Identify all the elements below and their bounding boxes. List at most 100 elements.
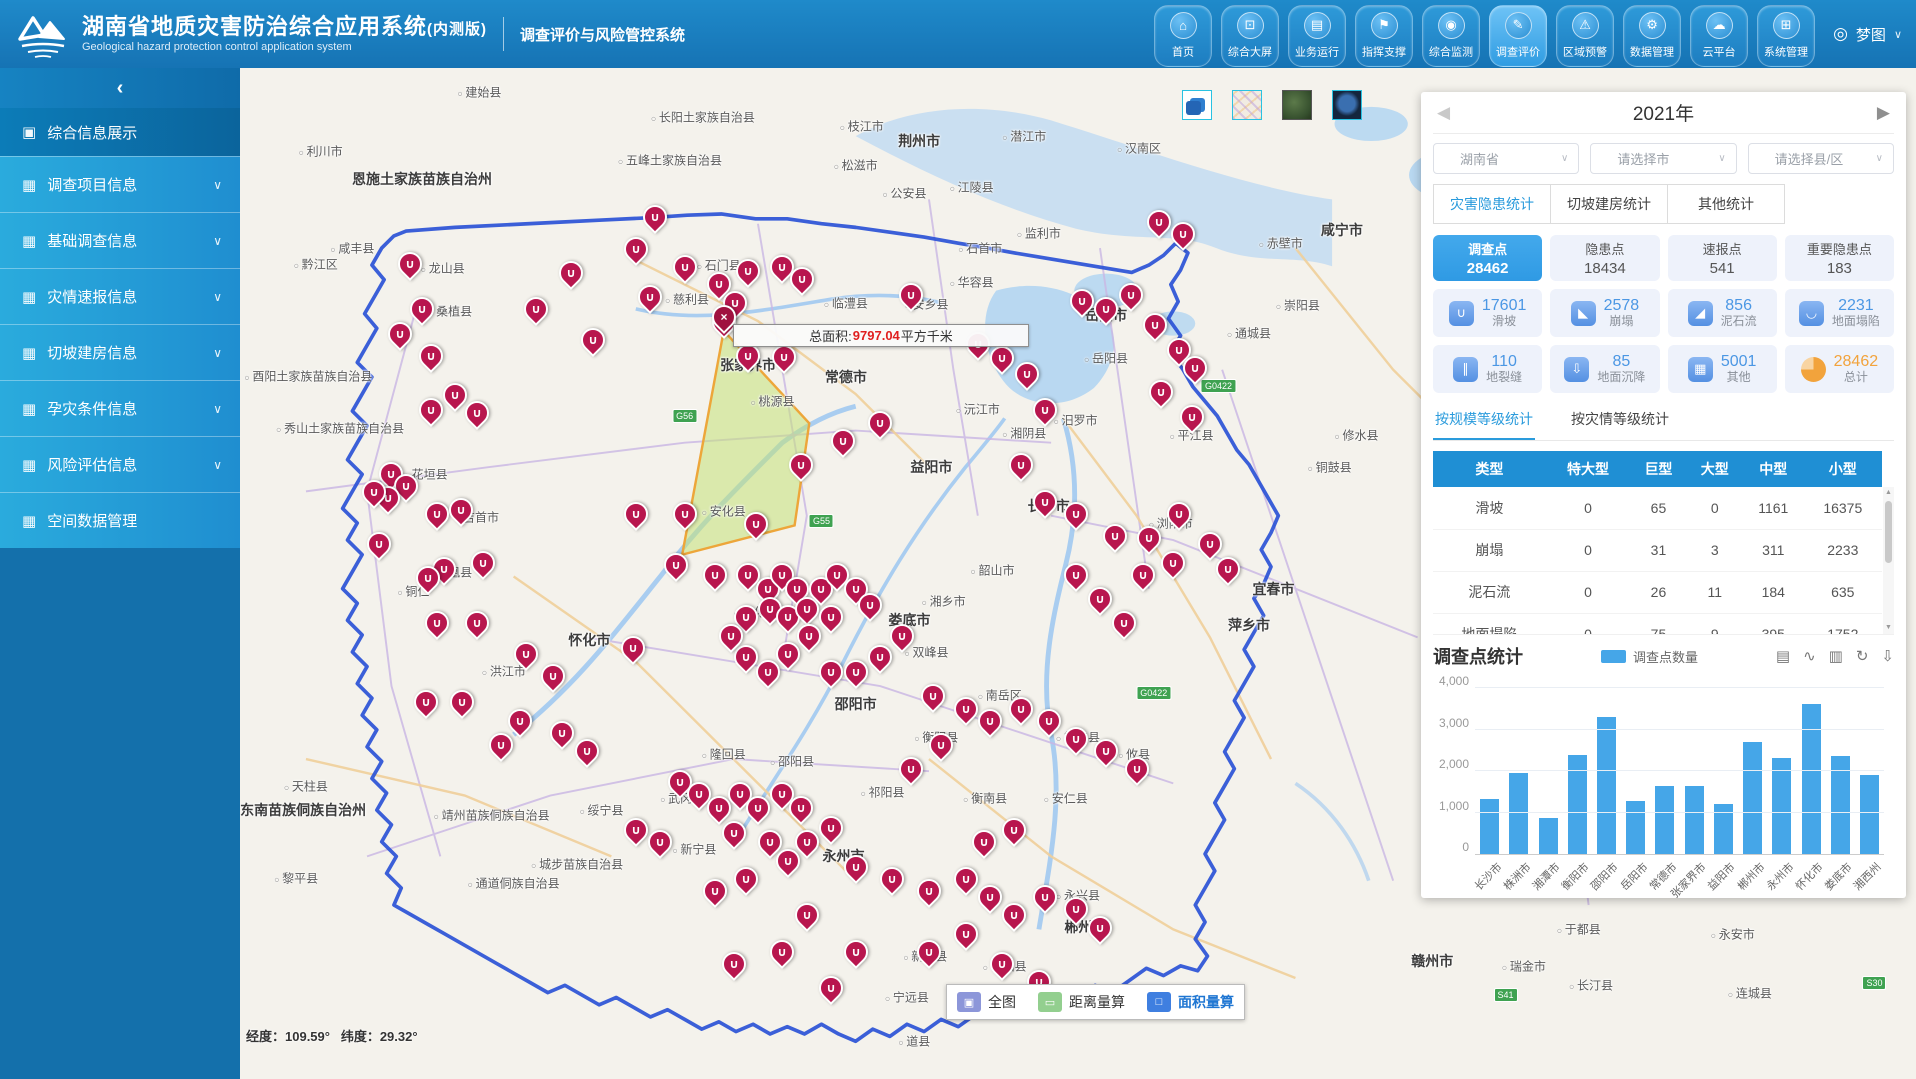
stat-card[interactable]: 重要隐患点183 (1785, 235, 1894, 281)
map-label: 桃源县 (751, 393, 795, 410)
landslide-icon: ∪ (1066, 504, 1086, 524)
landslide-icon: ∪ (1035, 492, 1055, 512)
data-view-icon[interactable]: ▤ (1776, 647, 1790, 665)
table-cell: 184 (1743, 571, 1804, 613)
layers-icon[interactable] (1182, 90, 1212, 120)
scroll-down-icon[interactable]: ▼ (1885, 622, 1892, 634)
tab-1[interactable]: 切坡建房统计 (1550, 184, 1668, 224)
bar-株洲市[interactable] (1509, 773, 1528, 854)
bar-长沙市[interactable] (1480, 799, 1499, 854)
user-menu[interactable]: ◎ 梦图 ∨ (1833, 24, 1902, 45)
globe-map-thumbnail[interactable] (1332, 90, 1362, 120)
map-tool-distance-measure[interactable]: ▭距离量算 (1038, 992, 1125, 1012)
landslide-icon: ∪ (833, 431, 853, 451)
tile-value: 85 (1612, 353, 1630, 371)
table-cell: 1752 (1804, 613, 1882, 635)
nav-monitoring[interactable]: ◉综合监测 (1422, 5, 1480, 67)
stat-card[interactable]: 速报点541 (1668, 235, 1777, 281)
year-prev-button[interactable]: ◀ (1433, 103, 1454, 123)
bar-岳阳市[interactable] (1626, 801, 1645, 854)
map-tool-full-extent[interactable]: ▣全图 (957, 992, 1016, 1012)
sidebar-item-disaster-report[interactable]: ▦灾情速报信息∨ (0, 268, 240, 324)
nav-business-run[interactable]: ▤业务运行 (1288, 5, 1346, 67)
nav-command-support[interactable]: ⚑指挥支撑 (1355, 5, 1413, 67)
chevron-down-icon: ∨ (1718, 153, 1725, 164)
region-select-0[interactable]: 湖南省∨ (1433, 143, 1579, 174)
bar-郴州市[interactable] (1743, 742, 1762, 854)
nav-survey-eval[interactable]: ✎调查评价 (1489, 5, 1547, 67)
stat-card[interactable]: 调查点28462 (1433, 235, 1542, 281)
sidebar-item-survey-project[interactable]: ▦调查项目信息∨ (0, 156, 240, 212)
tab-0[interactable]: 灾害隐患统计 (1433, 184, 1551, 224)
region-select-1[interactable]: 请选择市∨ (1590, 143, 1736, 174)
bar-永州市[interactable] (1772, 758, 1791, 854)
tab-2[interactable]: 其他统计 (1667, 184, 1785, 224)
table-header-cell: 大型 (1687, 451, 1743, 487)
bar-slot (1826, 689, 1855, 854)
scroll-up-icon[interactable]: ▲ (1885, 487, 1892, 499)
region-select-2[interactable]: 请选择县/区∨ (1748, 143, 1894, 174)
hazard-tile-ground-subsidence: ◡2231地面塌陷 (1785, 289, 1894, 337)
sidebar-item-basic-survey[interactable]: ▦基础调查信息∨ (0, 212, 240, 268)
x-axis-label: 怀化市 (1792, 859, 1827, 894)
bar-常德市[interactable] (1655, 786, 1674, 854)
chart-legend[interactable]: 调查点数量 (1523, 647, 1776, 666)
line-chart-icon[interactable]: ∿ (1803, 647, 1816, 665)
sidebar-item-hazard-condition[interactable]: ▦孕灾条件信息∨ (0, 380, 240, 436)
table-cell: 0 (1546, 571, 1631, 613)
map-label: 五峰土家族自治县 (618, 152, 722, 169)
landslide-icon: ∪ (451, 500, 471, 520)
bar-邵阳市[interactable] (1597, 717, 1616, 854)
satellite-map-thumbnail[interactable] (1282, 90, 1312, 120)
sidebar-item-slope-housing[interactable]: ▦切坡建房信息∨ (0, 324, 240, 380)
table-cell: 0 (1546, 529, 1631, 571)
bar-张家界市[interactable] (1685, 786, 1704, 854)
landslide-icon: ∪ (901, 285, 921, 305)
stat-card[interactable]: 隐患点18434 (1550, 235, 1659, 281)
x-axis-label: 株洲市 (1499, 859, 1534, 894)
bar-chart-icon[interactable]: ▥ (1829, 647, 1843, 665)
nav-region-warning[interactable]: ⚠区域预警 (1556, 5, 1614, 67)
bar-怀化市[interactable] (1802, 704, 1821, 854)
bar-湘西州[interactable] (1860, 775, 1879, 854)
download-icon[interactable]: ⇩ (1881, 647, 1894, 665)
landslide-icon: ∪ (772, 257, 792, 277)
map-tool-area-measure[interactable]: □面积量算 (1147, 992, 1234, 1012)
landslide-icon: ∪ (675, 257, 695, 277)
sidebar-item-label: 调查项目信息 (47, 174, 213, 195)
sidebar-item-overview[interactable]: ▣综合信息展示 (0, 108, 240, 156)
nav-big-screen[interactable]: ⊡综合大屏 (1221, 5, 1279, 67)
map-label: 赤壁市 (1259, 235, 1303, 252)
eye-icon[interactable]: ◎ (1833, 24, 1848, 44)
tile-value: 5001 (1721, 353, 1757, 371)
subtab-1[interactable]: 按灾情等级统计 (1569, 405, 1671, 440)
landslide-icon: ∪ (724, 954, 744, 974)
map-label: 衡南县 (963, 789, 1007, 806)
table-cell: 3 (1687, 529, 1743, 571)
nav-system-mgmt[interactable]: ⊞系统管理 (1757, 5, 1815, 67)
map-label: 双峰县 (905, 643, 949, 660)
nav-home[interactable]: ⌂首页 (1154, 5, 1212, 67)
map-label: 绥宁县 (580, 802, 624, 819)
sidebar-item-risk-eval[interactable]: ▦风险评估信息∨ (0, 436, 240, 492)
nav-cloud-platform[interactable]: ☁云平台 (1690, 5, 1748, 67)
landslide-icon: ∪ (736, 647, 756, 667)
refresh-icon[interactable]: ↻ (1856, 647, 1869, 665)
landslide-icon: ∪ (467, 613, 487, 633)
table-scrollbar[interactable]: ▲ ▼ (1883, 487, 1894, 634)
scroll-thumb[interactable] (1885, 501, 1892, 563)
year-next-button[interactable]: ▶ (1873, 103, 1894, 123)
sidebar-collapse-button[interactable]: ‹ (0, 68, 240, 108)
nav-data-mgmt[interactable]: ⚙数据管理 (1623, 5, 1681, 67)
scale-table: 类型特大型巨型大型中型小型 滑坡0650116116375崩塌031331122… (1433, 451, 1882, 635)
street-map-thumbnail[interactable] (1232, 90, 1262, 120)
tile-value: 2231 (1838, 297, 1874, 315)
bar-湘潭市[interactable] (1539, 818, 1558, 854)
sidebar-item-spatial-data[interactable]: ▦空间数据管理 (0, 492, 240, 548)
landslide-icon: ∪ (1114, 613, 1134, 633)
map-label: 新宁县 (672, 841, 716, 858)
bar-slot (1504, 689, 1533, 854)
sidebar-item-label: 风险评估信息 (47, 454, 213, 475)
bar-chart: 01,0002,0003,0004,000 长沙市株洲市湘潭市衡阳市邵阳市岳阳市… (1433, 683, 1894, 898)
subtab-0[interactable]: 按规模等级统计 (1433, 405, 1535, 440)
